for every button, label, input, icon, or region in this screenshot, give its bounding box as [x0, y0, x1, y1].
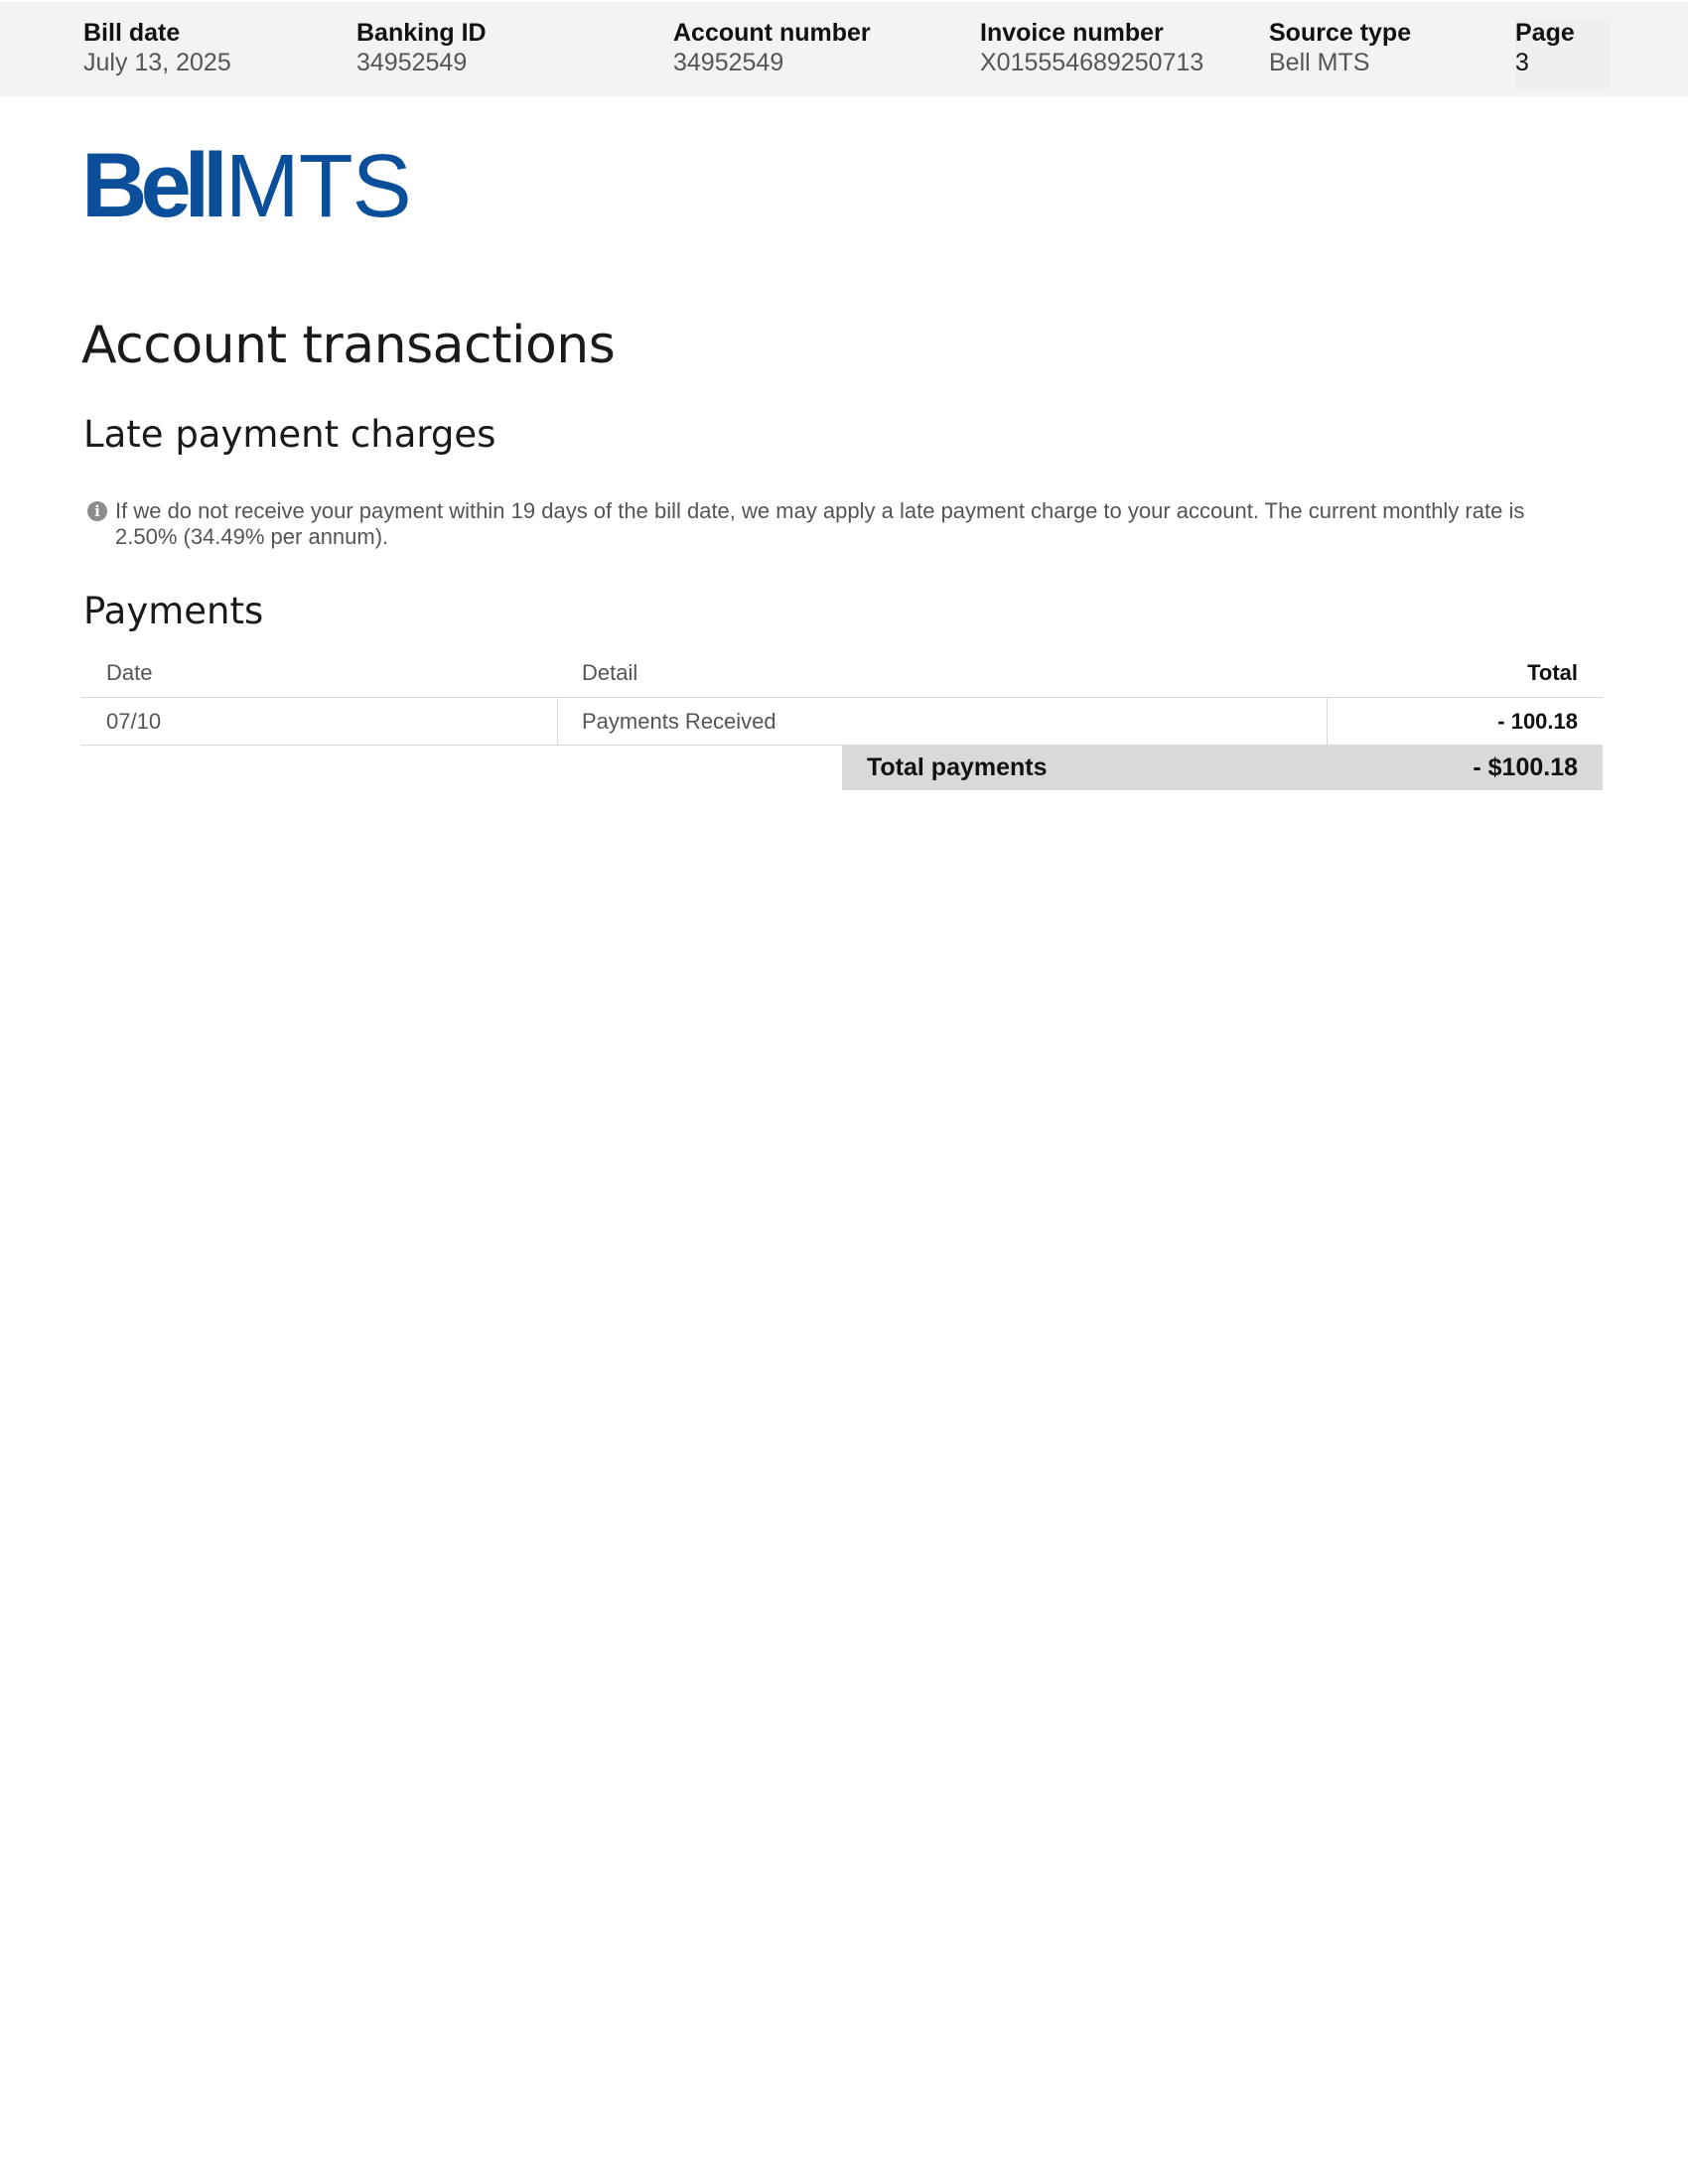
late-payment-note: i If we do not receive your payment with…: [87, 498, 1557, 550]
total-payments-label: Total payments: [867, 753, 1048, 781]
payment-date-cell: 07/10: [106, 709, 162, 734]
invoice-number-field: Invoice number X015554689250713: [980, 18, 1203, 77]
banking-id-label: Banking ID: [356, 19, 487, 47]
bill-date-field: Bill date July 13, 2025: [83, 18, 231, 77]
source-type-label: Source type: [1269, 19, 1412, 47]
bell-mts-logo: BellMTS: [81, 140, 412, 231]
total-payments-amount: - $100.18: [1473, 753, 1578, 781]
column-header-detail: Detail: [582, 660, 638, 685]
invoice-number-label: Invoice number: [980, 19, 1164, 47]
late-payment-note-text: If we do not receive your payment within…: [115, 498, 1525, 549]
source-type-field: Source type Bell MTS: [1269, 18, 1411, 77]
payment-detail-cell: Payments Received: [582, 709, 776, 734]
bill-date-label: Bill date: [83, 19, 181, 47]
page-number-label: Page: [1515, 19, 1575, 47]
payments-table: Date Detail Total 07/10 Payments Receive…: [81, 649, 1603, 790]
logo-bell-text: Bell: [81, 135, 228, 236]
info-icon: i: [87, 501, 107, 521]
table-header-row: Date Detail Total: [81, 649, 1603, 698]
table-row: 07/10 Payments Received - 100.18: [81, 698, 1603, 746]
column-divider: [557, 698, 558, 745]
bill-info-header: Bill date July 13, 2025 Banking ID 34952…: [0, 2, 1688, 96]
total-payments-bar: Total payments - $100.18: [842, 745, 1603, 790]
payments-heading: Payments: [83, 590, 264, 632]
banking-id-value: 34952549: [356, 49, 468, 76]
bill-date-value: July 13, 2025: [83, 49, 231, 76]
source-type-value: Bell MTS: [1269, 49, 1370, 76]
invoice-number-value: X015554689250713: [980, 49, 1204, 76]
banking-id-field: Banking ID 34952549: [356, 18, 487, 77]
logo-mts-text: MTS: [224, 137, 412, 236]
page-title: Account transactions: [81, 316, 616, 375]
column-header-total: Total: [1527, 660, 1578, 685]
column-header-date: Date: [106, 660, 153, 685]
account-number-label: Account number: [673, 19, 871, 47]
late-payment-heading: Late payment charges: [83, 413, 496, 456]
column-divider: [1327, 698, 1328, 745]
page-number-field: Page 3: [1515, 18, 1611, 89]
account-number-field: Account number 34952549: [673, 18, 871, 77]
page-number-value: 3: [1515, 49, 1529, 76]
payment-total-cell: - 100.18: [1497, 709, 1578, 734]
account-number-value: 34952549: [673, 49, 784, 76]
